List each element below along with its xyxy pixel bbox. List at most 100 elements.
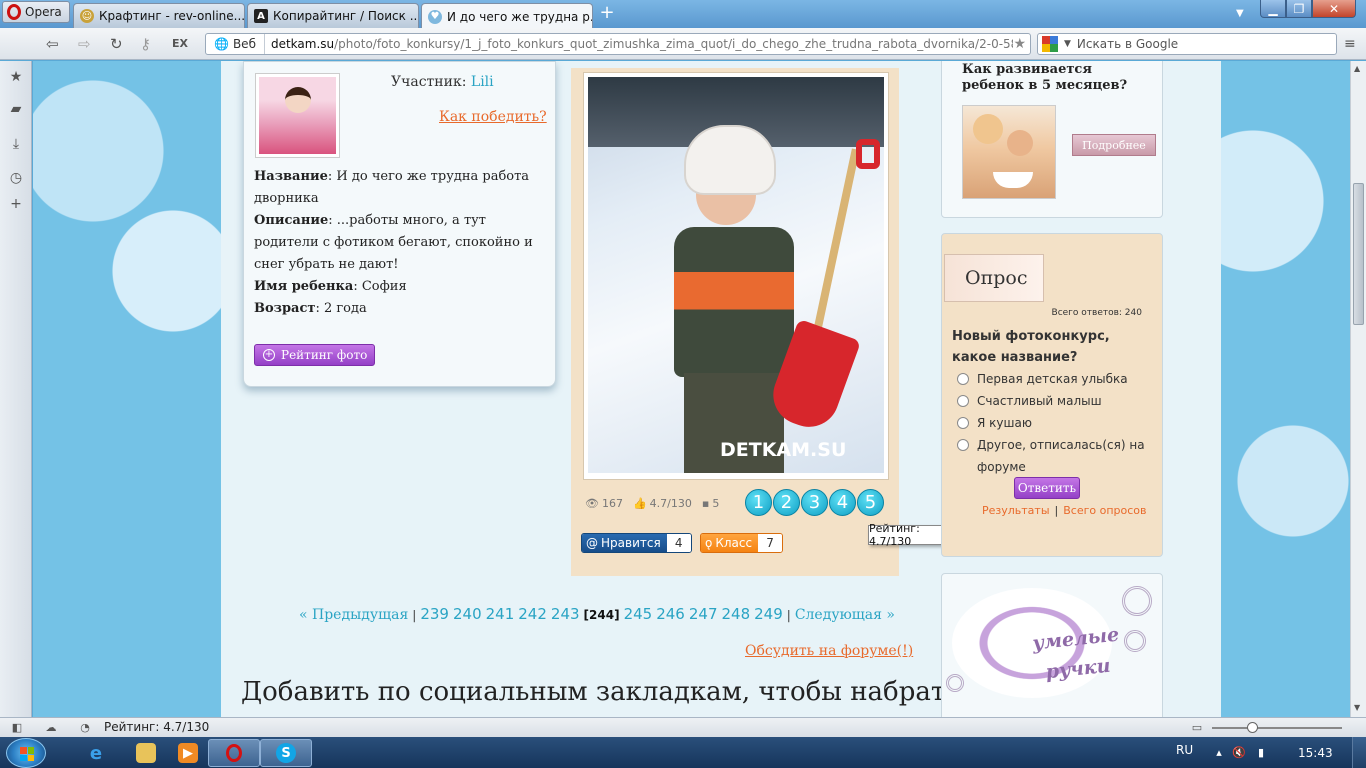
radio-button[interactable]: [957, 439, 969, 451]
system-clock[interactable]: 15:43: [1298, 746, 1333, 760]
page-link-248[interactable]: 248: [722, 605, 751, 623]
folder-icon: [136, 743, 156, 763]
discuss-on-forum-link[interactable]: Обсудить на форуме(!): [745, 643, 913, 659]
input-language-indicator[interactable]: RU: [1176, 743, 1193, 757]
new-tab-icon[interactable]: +: [598, 4, 616, 22]
scroll-down-arrow-icon[interactable]: ▼: [1354, 703, 1360, 712]
tab-list-chevron-down-icon[interactable]: ▼: [1236, 8, 1244, 19]
downloads-icon[interactable]: ⤓: [8, 136, 24, 152]
page-content: Участник: Lili Как победить? Название: И…: [221, 61, 1221, 717]
rate-1-button[interactable]: 1: [745, 489, 772, 516]
opera-unite-cloud-icon[interactable]: ☁: [44, 721, 58, 735]
views-stat: 👁 167: [585, 497, 623, 510]
view-icon[interactable]: ▭: [1190, 721, 1204, 735]
minimize-window-icon[interactable]: ▁: [1260, 0, 1286, 18]
radio-button[interactable]: [957, 373, 969, 385]
description-label: Описание: [254, 213, 329, 228]
page-link-239[interactable]: 239: [420, 605, 449, 623]
taskbar-media-player[interactable]: ▶: [162, 739, 214, 767]
bookmark-star-icon[interactable]: ★: [1013, 36, 1030, 52]
maximize-window-icon[interactable]: ❐: [1286, 0, 1312, 18]
page-link-247[interactable]: 247: [689, 605, 718, 623]
tab-current-photo[interactable]: ♥ И до чего же трудна р... ✕: [421, 3, 593, 29]
radio-button[interactable]: [957, 395, 969, 407]
page-link-249[interactable]: 249: [754, 605, 783, 623]
poll-results-link[interactable]: Результаты: [982, 504, 1050, 517]
reload-icon[interactable]: ↻: [110, 35, 123, 53]
scroll-up-arrow-icon[interactable]: ▲: [1354, 64, 1360, 73]
rate-4-button[interactable]: 4: [829, 489, 856, 516]
odnoklassniki-class-button[interactable]: ǫ Класс 7: [700, 533, 784, 553]
history-clock-icon[interactable]: ◷: [8, 170, 24, 186]
poll-option[interactable]: Другое, отписалась(ся) на форуме: [957, 434, 1153, 478]
poll-option[interactable]: Я кушаю: [957, 412, 1153, 434]
skillful-hands-banner[interactable]: умелые ручки: [941, 573, 1163, 717]
more-details-button[interactable]: Подробнее: [1072, 134, 1156, 156]
participant-name-link[interactable]: Lili: [471, 74, 494, 90]
page-link-246[interactable]: 246: [656, 605, 685, 623]
radio-button[interactable]: [957, 417, 969, 429]
at-sign-icon: @: [586, 536, 598, 550]
child-name-value: : София: [353, 279, 407, 294]
rate-2-button[interactable]: 2: [773, 489, 800, 516]
all-polls-link[interactable]: Всего опросов: [1063, 504, 1146, 517]
scrollbar-thumb[interactable]: [1353, 183, 1364, 325]
plus-circle-icon: +: [263, 349, 275, 361]
web-badge[interactable]: 🌐 Веб: [206, 34, 265, 54]
page-link-241[interactable]: 241: [486, 605, 515, 623]
zoom-slider[interactable]: [1212, 727, 1342, 729]
menu-bars-icon[interactable]: ≡: [1344, 36, 1356, 52]
start-button[interactable]: [6, 738, 46, 768]
search-engine-chevron-down-icon[interactable]: ▼: [1064, 39, 1071, 49]
tab-crafting[interactable]: ☺ Крафтинг - rev-online... ✕: [73, 3, 245, 28]
add-panel-icon[interactable]: +: [8, 196, 24, 212]
search-input[interactable]: ▼ Искать в Google: [1037, 33, 1337, 55]
page-link-242[interactable]: 242: [518, 605, 547, 623]
key-icon[interactable]: ⚷: [140, 35, 151, 53]
back-arrow-icon[interactable]: ⇦: [46, 35, 59, 53]
turbo-gauge-icon[interactable]: ◔: [78, 721, 92, 735]
taskbar-skype[interactable]: S: [260, 739, 312, 767]
photo-pager: « Предыдущая | 239 240 241 242 243 [244]…: [299, 605, 895, 623]
comments-stat: ▪ 5: [702, 497, 719, 510]
opera-menu-button[interactable]: Opera: [2, 1, 70, 23]
poll-links: Результаты | Всего опросов: [982, 504, 1147, 517]
contest-photo[interactable]: DETKAM.SU: [588, 77, 884, 473]
previous-page-link[interactable]: « Предыдущая: [299, 607, 408, 623]
media-player-icon: ▶: [178, 743, 198, 763]
tab-copywriting[interactable]: A Копирайтинг / Поиск ... ✕: [247, 3, 419, 28]
page-link-245[interactable]: 245: [624, 605, 653, 623]
extensions-button[interactable]: EX: [172, 37, 188, 50]
zoom-slider-handle[interactable]: [1247, 722, 1258, 733]
toggle-panel-icon[interactable]: ◧: [10, 721, 24, 735]
network-signal-icon[interactable]: ▮: [1254, 746, 1268, 760]
vertical-scrollbar[interactable]: ▲ ▼: [1350, 61, 1366, 717]
url-text[interactable]: detkam.su/photo/foto_konkursy/1_j_foto_k…: [265, 37, 1013, 51]
address-bar[interactable]: 🌐 Веб detkam.su/photo/foto_konkursy/1_j_…: [205, 33, 1031, 55]
show-desktop-button[interactable]: [1352, 737, 1366, 768]
page-link-243[interactable]: 243: [551, 605, 580, 623]
next-page-link[interactable]: Следующая »: [795, 607, 895, 623]
mail-like-button[interactable]: @ Нравится 4: [581, 533, 692, 553]
poll-option[interactable]: Счастливый малыш: [957, 390, 1153, 412]
rate-3-button[interactable]: 3: [801, 489, 828, 516]
photo-rating-button[interactable]: + Рейтинг фото: [254, 344, 375, 366]
promo-image[interactable]: [962, 105, 1056, 199]
poll-answer-button[interactable]: Ответить: [1014, 477, 1080, 499]
rate-5-button[interactable]: 5: [857, 489, 884, 516]
page-link-240[interactable]: 240: [453, 605, 482, 623]
forward-arrow-icon[interactable]: ⇨: [78, 35, 91, 53]
notes-icon[interactable]: ▰: [8, 101, 24, 117]
photo-frame: DETKAM.SU: [583, 72, 889, 480]
tray-arrow-icon[interactable]: ▴: [1212, 746, 1226, 760]
poll-option[interactable]: Первая детская улыбка: [957, 368, 1153, 390]
how-to-win-link[interactable]: Как победить?: [439, 109, 547, 125]
volume-muted-icon[interactable]: 🔇: [1232, 746, 1246, 760]
taskbar-opera[interactable]: [208, 739, 260, 767]
age-label: Возраст: [254, 301, 316, 316]
participant-avatar[interactable]: [255, 73, 340, 158]
close-window-icon[interactable]: ✕: [1312, 0, 1356, 18]
bookmarks-star-icon[interactable]: ★: [8, 69, 24, 85]
promo-title[interactable]: Как развивается ребенок в 5 месяцев?: [962, 62, 1127, 94]
taskbar-internet-explorer[interactable]: e: [70, 739, 122, 767]
